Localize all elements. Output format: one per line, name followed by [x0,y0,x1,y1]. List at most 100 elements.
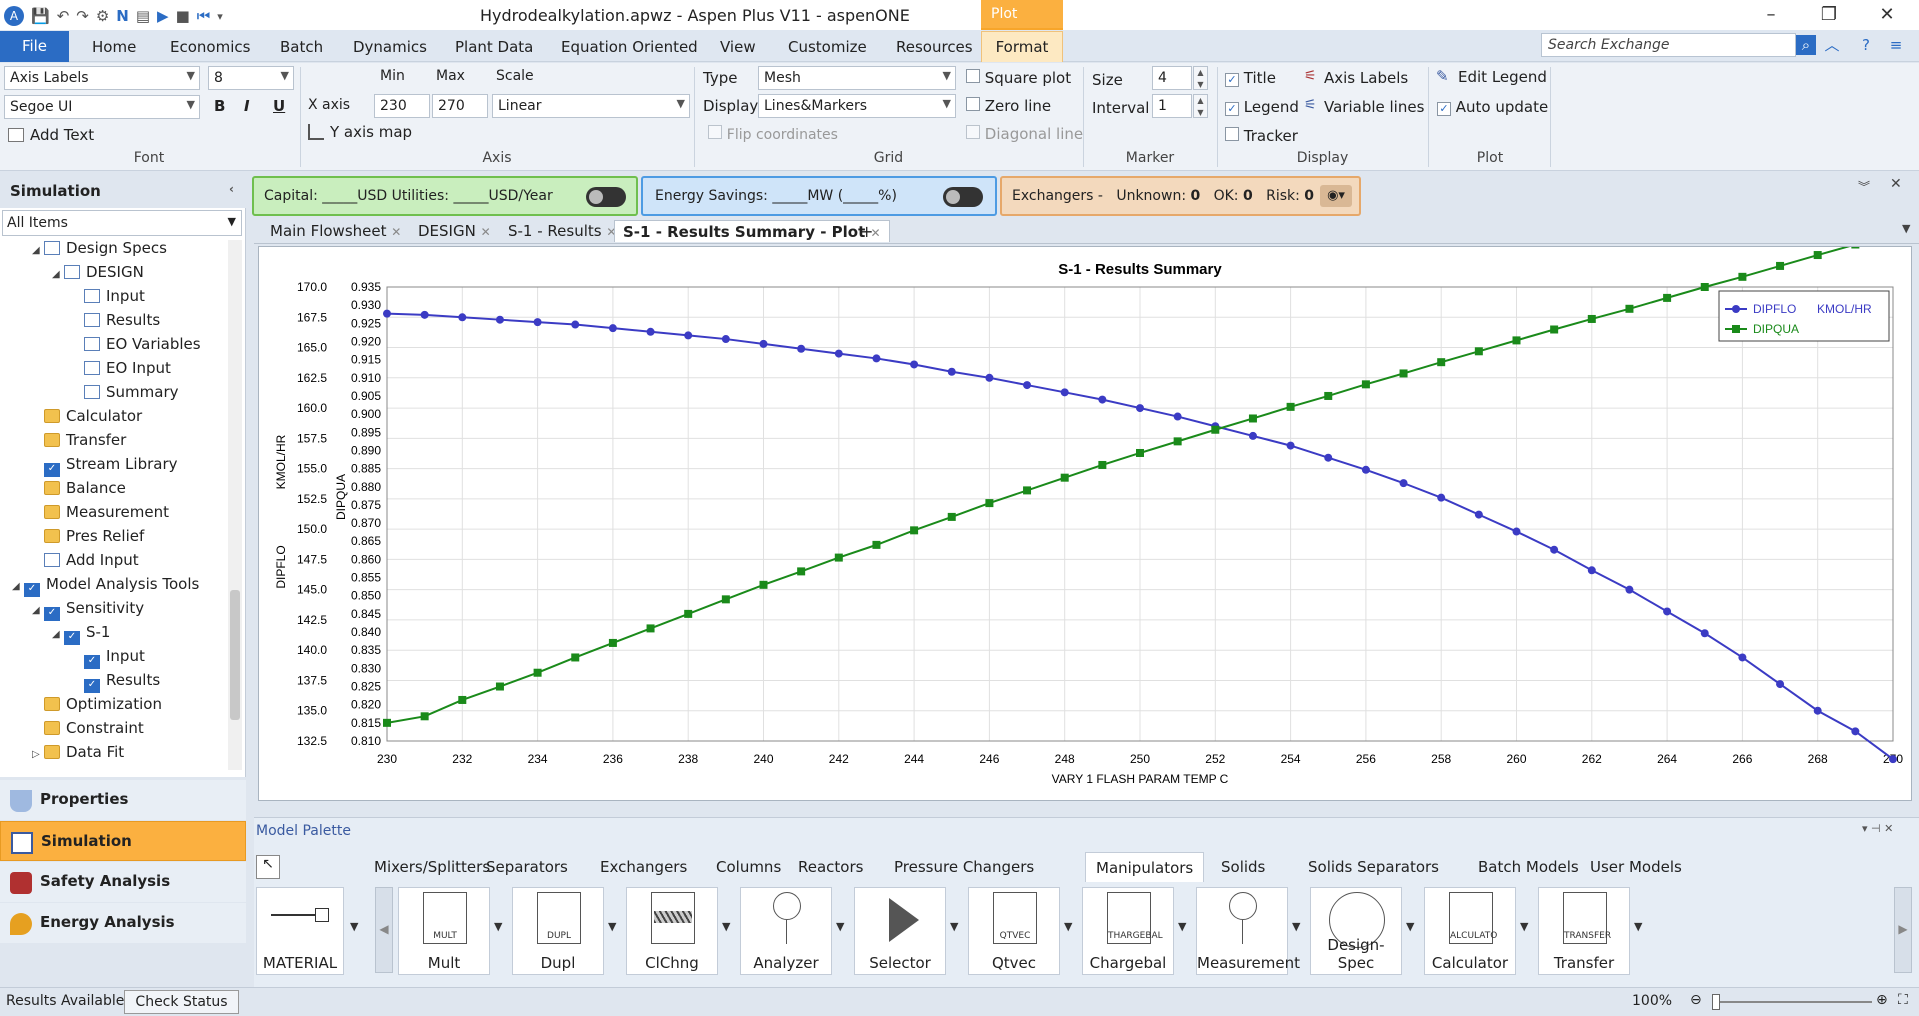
palette-tab[interactable]: Solids [1221,852,1265,882]
doc-tab-s1-results[interactable]: S-1 - Results ✕ [500,220,624,242]
palette-tab[interactable]: Reactors [798,852,863,882]
palette-item-qtvec[interactable]: QTVEC Qtvec [968,887,1060,975]
palette-item-dropdown-icon[interactable]: ▼ [950,920,958,933]
tab-view[interactable]: View [720,32,756,62]
palette-item-dropdown-icon[interactable]: ▼ [494,920,502,933]
file-tab[interactable]: File [0,31,69,62]
font-family-select[interactable]: Segoe UI ▼ [4,95,200,119]
control-panel-icon[interactable]: ▤ [136,7,150,25]
nav-tree-item[interactable]: ◢ DESIGN [4,260,228,284]
doc-tab-main-flowsheet[interactable]: Main Flowsheet ✕ [262,220,409,242]
palette-material-stream[interactable]: MATERIAL [256,887,344,975]
nav-tree-item[interactable]: ✓ Input [4,644,228,669]
tab-equation-oriented[interactable]: Equation Oriented [561,32,698,62]
results-summary-chart[interactable]: S-1 - Results Summary 230 232 234 236 238 240 2… [259,229,1913,802]
palette-item-analyzer[interactable]: Analyzer [740,887,832,975]
tree-expander-icon[interactable]: ◢ [52,623,64,647]
nav-tree-item[interactable]: Optimization [4,692,228,716]
diagonal-line-checkbox[interactable]: Diagonal line [966,125,1083,143]
palette-item-dropdown-icon[interactable]: ▼ [1520,920,1528,933]
exchanger-settings-icon[interactable]: ◉▾ [1320,185,1352,207]
tree-expander-icon[interactable]: ▷ [12,767,24,768]
variable-lines-button[interactable]: Variable lines [1324,98,1424,116]
ribbon-options-icon[interactable]: ≡ [1886,35,1906,55]
palette-item-dropdown-icon[interactable]: ▼ [1178,920,1186,933]
undo-icon[interactable]: ↶ [57,7,70,25]
zero-line-checkbox[interactable]: Zero line [966,97,1051,115]
nav-tree-item[interactable]: ▷ Data Fit [4,740,228,764]
energy-toggle[interactable] [943,187,983,207]
palette-item-clchng[interactable]: ClChng [626,887,718,975]
stop-icon[interactable]: ■ [176,7,190,25]
tab-format[interactable]: Format [981,31,1063,62]
close-banner-icon[interactable]: ✕ [1890,176,1902,192]
nav-safety-button[interactable]: Safety Analysis [0,862,246,902]
x-axis-min-input[interactable]: 230 [374,94,430,118]
zoom-slider[interactable] [1712,994,1872,1010]
close-tab-icon[interactable]: ✕ [481,225,491,239]
collapse-pane-icon[interactable]: ‹ [229,182,234,196]
underline-button[interactable]: U [273,97,285,115]
nav-tree-item[interactable]: ◢ ✓ Model Analysis Tools [4,572,228,597]
nav-tree-item[interactable]: Input [4,284,228,308]
nav-tree-item[interactable]: ▷ EO Configuration [4,764,228,768]
bold-button[interactable]: B [214,97,225,115]
palette-item-mult[interactable]: MULT Mult [398,887,490,975]
palette-menu-icon[interactable]: ▾ ⊣ ✕ [1862,822,1893,835]
check-status-button[interactable]: Check Status [124,990,239,1014]
tree-expander-icon[interactable]: ◢ [52,263,64,287]
nav-tree-item[interactable]: Add Input [4,548,228,572]
tab-resources[interactable]: Resources [896,32,973,62]
palette-item-dropdown-icon[interactable]: ▼ [1406,920,1414,933]
grid-display-select[interactable]: Lines&Markers ▼ [758,94,956,118]
zoom-in-icon[interactable]: ⊕ [1876,992,1888,1008]
tab-list-icon[interactable]: ▼ [1902,222,1910,235]
palette-tab[interactable]: Columns [716,852,781,882]
tracker-checkbox[interactable]: Tracker [1225,127,1298,145]
reset-icon[interactable]: ⏮ [197,7,211,25]
palette-item-dropdown-icon[interactable]: ▼ [1634,920,1642,933]
palette-item-selector[interactable]: Selector [854,887,946,975]
flip-coordinates-checkbox[interactable]: Flip coordinates [708,125,838,143]
tab-plant-data[interactable]: Plant Data [455,32,533,62]
auto-update-checkbox[interactable]: ✓ Auto update [1437,98,1548,116]
title-checkbox[interactable]: ✓ Title [1225,69,1276,87]
nav-filter-select[interactable]: All Items ▼ [2,210,242,236]
run-icon[interactable]: ▶ [157,7,169,25]
nav-tree-item[interactable]: Pres Relief [4,524,228,548]
palette-item-dropdown-icon[interactable]: ▼ [1064,920,1072,933]
nav-tree-item[interactable]: ◢ ✓ S-1 [4,620,228,647]
legend-checkbox[interactable]: ✓ Legend [1225,98,1299,116]
nav-tree-item[interactable]: Results [4,308,228,332]
nav-energy-button[interactable]: Energy Analysis [0,903,246,943]
scrollbar-thumb[interactable] [230,590,240,720]
redo-icon[interactable]: ↷ [76,7,89,25]
close-button[interactable]: ✕ [1864,0,1910,30]
italic-button[interactable]: I [244,97,250,115]
palette-tab[interactable]: Pressure Changers [894,852,1034,882]
axis-labels-button[interactable]: Axis Labels [1324,69,1408,87]
close-tab-icon[interactable]: ✕ [391,225,401,239]
customize-qat-icon[interactable]: ▾ [217,10,223,23]
y-axis-map-button[interactable]: Y axis map [330,123,412,141]
x-axis-scale-select[interactable]: Linear ▼ [492,94,690,118]
tab-batch[interactable]: Batch [280,32,323,62]
palette-item-dropdown-icon[interactable]: ▼ [722,920,730,933]
save-icon[interactable]: 💾 [31,7,50,25]
fit-window-icon[interactable]: ⛶ [1898,992,1908,1008]
material-dropdown-icon[interactable]: ▼ [350,920,358,933]
restore-button[interactable]: ❐ [1806,0,1852,30]
nav-tree-item[interactable]: ✓ Stream Library [4,452,228,477]
palette-item-chargebal[interactable]: THARGEBAL Chargebal [1082,887,1174,975]
nav-tree-item[interactable]: ✓ Results [4,668,228,693]
new-tab-icon[interactable]: + [852,220,881,242]
palette-item-dropdown-icon[interactable]: ▼ [1292,920,1300,933]
help-icon[interactable]: ? [1856,35,1876,55]
flowsheet-icon[interactable]: ⚙ [96,7,109,25]
palette-tab[interactable]: Batch Models [1478,852,1579,882]
font-element-select[interactable]: Axis Labels ▼ [4,66,200,90]
doc-tab-results-plot[interactable]: S-1 - Results Summary - Plot ✕ [614,220,890,242]
nav-simulation-button[interactable]: Simulation [0,821,246,861]
aspen-logo-icon[interactable]: A [4,6,24,26]
edit-legend-button[interactable]: Edit Legend [1458,68,1547,86]
